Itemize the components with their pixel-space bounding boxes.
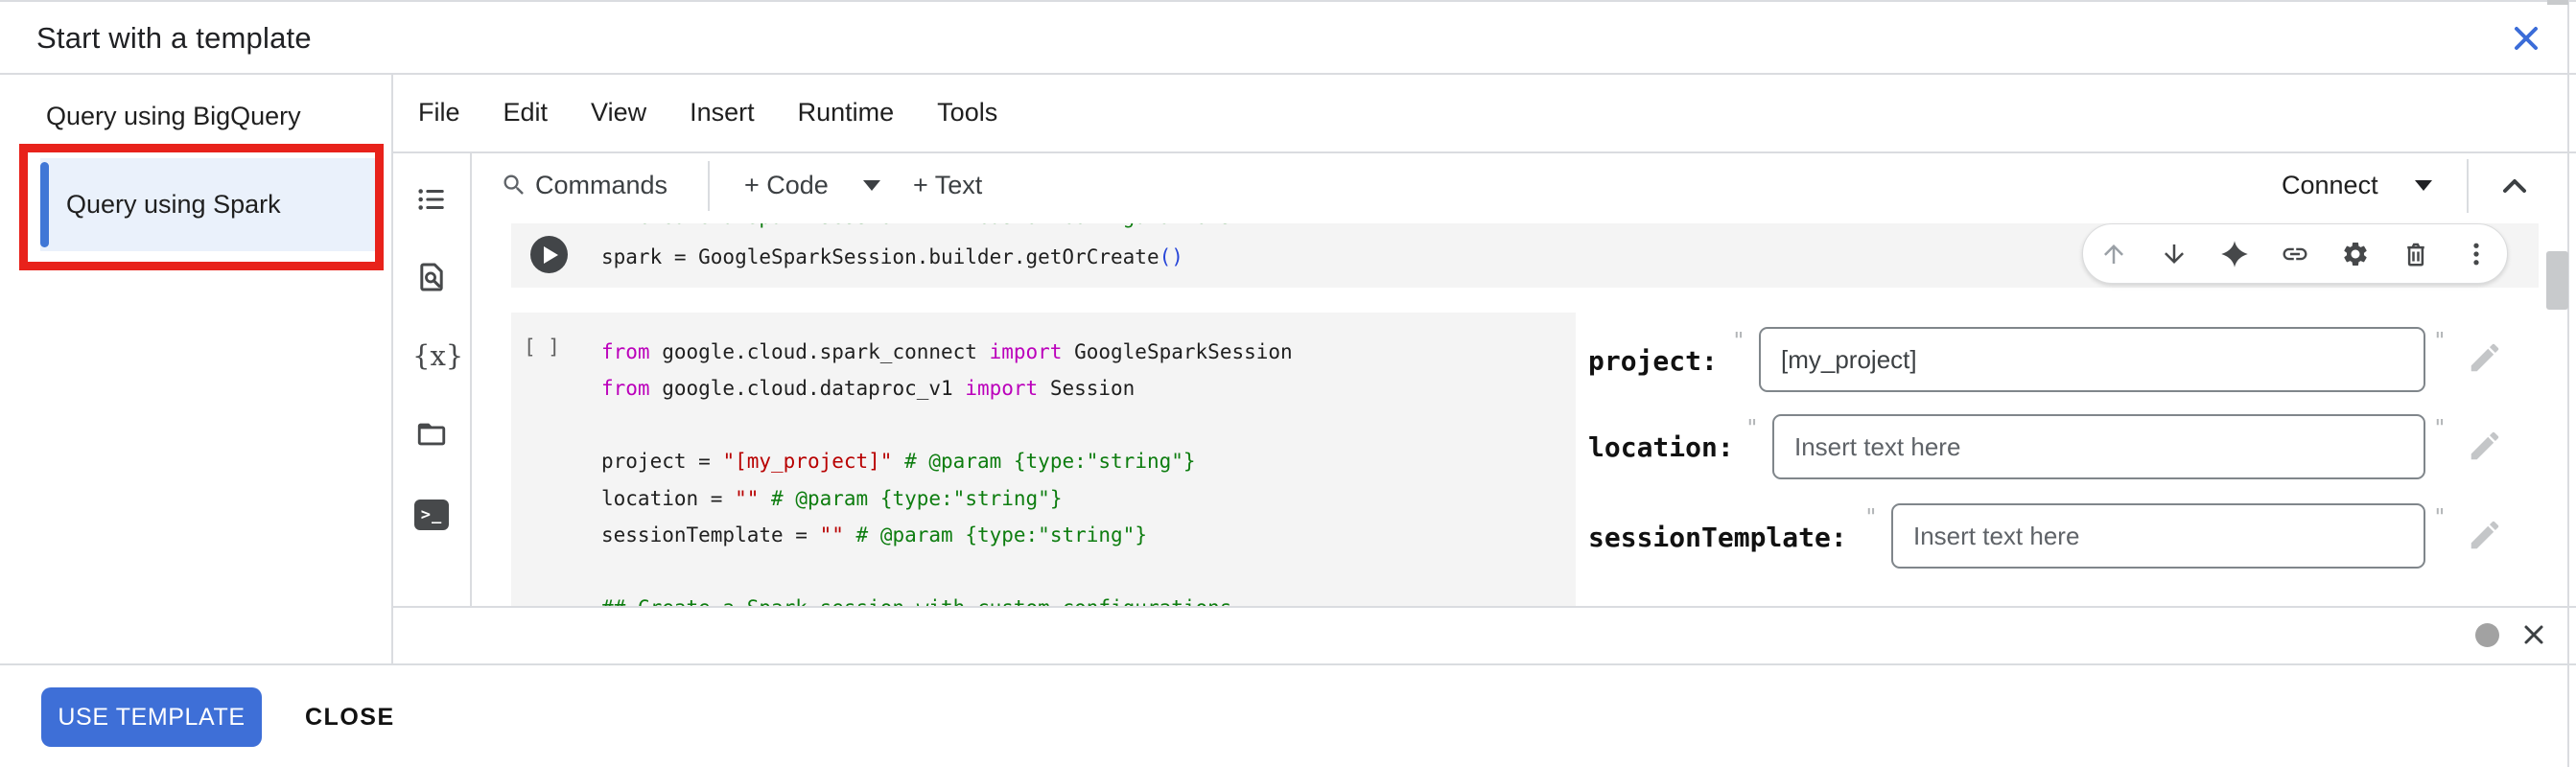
copy-link-icon[interactable] [2281,240,2309,268]
code-line: from google.cloud.spark_connect import G… [601,334,1293,370]
menubar-divider [391,151,2576,153]
menu-file[interactable]: File [418,98,460,128]
delete-cell-icon[interactable] [2401,240,2430,268]
run-cell-button[interactable] [530,236,568,273]
session-template-placeholder: Insert text here [1913,522,2079,551]
pencil-icon [2467,339,2503,376]
open-quote: " [1864,505,1878,530]
dialog-right-border [2567,0,2569,767]
more-options-icon[interactable] [2462,240,2491,268]
sidebar-divider [391,74,393,663]
red-highlight-annotation [19,144,384,270]
cell-toolbar [2082,223,2508,284]
table-of-contents-button[interactable] [415,183,448,221]
toolbar-right-divider [2467,159,2469,213]
open-quote: " [1745,416,1759,441]
edit-session-template-button[interactable] [2467,517,2503,558]
add-text-button[interactable]: + Text [913,171,982,200]
connect-button[interactable]: Connect [2282,171,2378,200]
table-of-contents-icon [415,183,448,216]
page-title: Start with a template [36,21,312,56]
preview-bottom-divider [391,606,2576,608]
status-dot [2475,623,2499,647]
clipped-code-line: ## Create a Spark session with custom co… [601,223,1231,235]
rail-divider [470,151,472,606]
dialog-close-button[interactable] [2505,17,2547,59]
location-placeholder: Insert text here [1794,432,1960,462]
play-icon [544,246,558,264]
close-preview-button[interactable] [2517,617,2551,657]
close-icon [2505,17,2547,59]
session-template-input[interactable]: Insert text here [1891,503,2425,569]
folder-icon [415,418,448,451]
start-with-template-dialog: Start with a template Query using BigQue… [0,0,2576,767]
edit-location-button[interactable] [2467,428,2503,469]
commands-search-button[interactable] [501,172,527,203]
settings-gear-icon[interactable] [2341,240,2370,268]
footer-divider [0,663,2576,665]
connect-caret-down-icon[interactable] [2415,180,2432,191]
menu-tools[interactable]: Tools [937,98,997,128]
collapse-header-button[interactable] [2497,173,2532,204]
code-line: location = "" # @param {type:"string"} [601,480,1062,517]
code-cell-form[interactable]: [ ] from google.cloud.spark_connect impo… [511,313,1576,606]
terminal-icon: >_ [414,500,449,530]
scrollbar-thumb[interactable] [2546,251,2568,310]
close-quote: " [2433,416,2447,441]
menu-edit[interactable]: Edit [503,98,549,128]
cell-prompt: [ ] [524,336,560,359]
pencil-icon [2467,517,2503,553]
form-label-location: location: [1588,431,1734,463]
close-icon [2517,617,2551,652]
variables-button[interactable]: {x} [412,339,463,372]
search-icon [501,172,527,198]
code-line: project = "[my_project]" # @param {type:… [601,443,1196,479]
files-button[interactable] [415,418,448,455]
add-code-button[interactable]: + Code [744,171,829,200]
code-line: from google.cloud.dataproc_v1 import Ses… [601,370,1135,407]
form-label-session-template: sessionTemplate: [1588,522,1847,553]
close-quote: " [2433,329,2447,354]
code-line: spark = GoogleSparkSession.builder.getOr… [601,239,1183,275]
find-replace-button[interactable] [415,261,448,298]
close-button[interactable]: CLOSE [305,687,395,747]
titlebar-divider [0,73,2576,75]
add-code-caret-down-icon[interactable] [863,180,880,191]
sidebar-item-query-bigquery[interactable]: Query using BigQuery [46,102,301,131]
code-line: sessionTemplate = "" # @param {type:"str… [601,517,1147,553]
dialog-top-border [0,0,2576,2]
variables-icon: {x} [412,339,463,372]
use-template-button[interactable]: USE TEMPLATE [41,687,262,747]
move-cell-down-icon[interactable] [2160,240,2189,268]
gemini-spark-icon[interactable] [2220,240,2249,268]
form-label-project: project: [1588,345,1718,377]
menu-insert[interactable]: Insert [690,98,755,128]
open-quote: " [1732,329,1745,354]
close-quote: " [2433,505,2447,530]
scrollbar-top-fragment [2547,0,2568,5]
commands-label[interactable]: Commands [535,171,667,200]
location-input[interactable]: Insert text here [1772,414,2425,479]
code-line: ## Create a Spark session with custom co… [601,590,1231,606]
project-value: [my_project] [1781,345,1917,375]
project-input[interactable]: [my_project] [1759,327,2425,392]
edit-project-button[interactable] [2467,339,2503,381]
find-in-page-icon [415,261,448,293]
menu-view[interactable]: View [591,98,646,128]
chevron-up-icon [2497,173,2532,199]
move-cell-up-icon[interactable] [2099,240,2128,268]
notebook-menubar: File Edit View Insert Runtime Tools [418,73,997,151]
toolbar-divider [708,161,710,211]
menu-runtime[interactable]: Runtime [798,98,895,128]
pencil-icon [2467,428,2503,464]
terminal-button[interactable]: >_ [414,500,449,530]
